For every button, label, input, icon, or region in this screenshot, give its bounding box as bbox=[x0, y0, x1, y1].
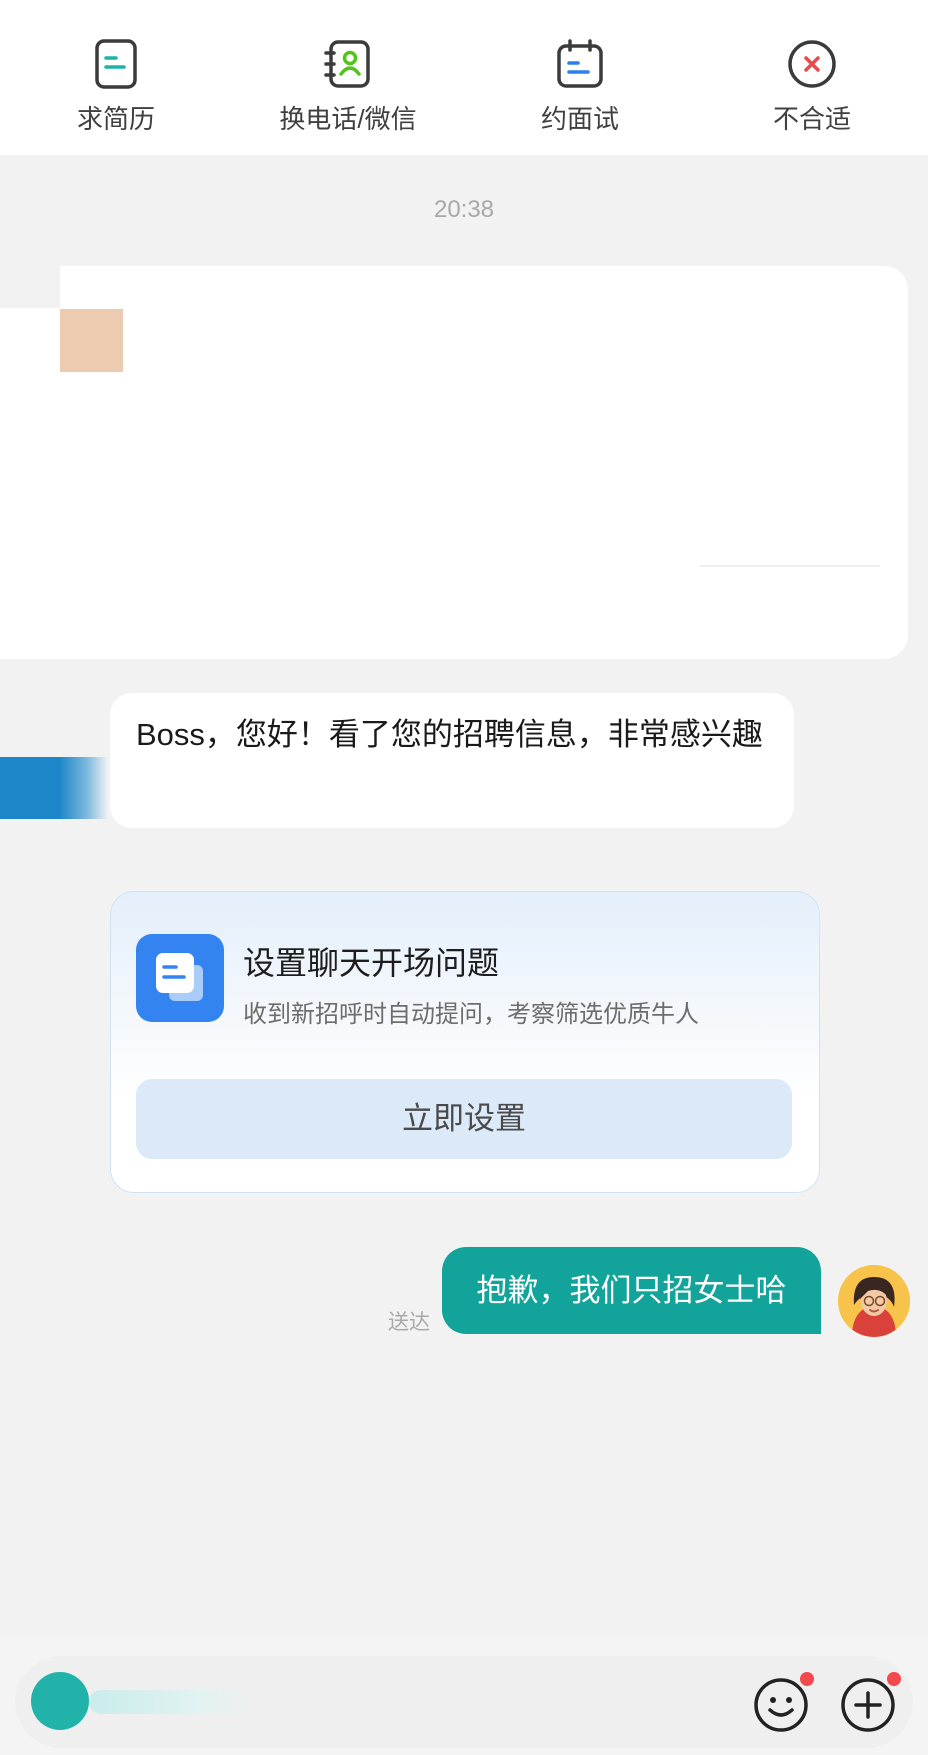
document-icon bbox=[136, 934, 224, 1022]
resume-icon bbox=[95, 39, 137, 89]
emoji-button[interactable] bbox=[752, 1672, 814, 1734]
request-resume-label: 求简历 bbox=[76, 104, 155, 134]
exchange-contact-label: 换电话/微信 bbox=[279, 104, 417, 134]
blurred-message-card bbox=[0, 266, 908, 659]
setup-card-subtitle: 收到新招呼时自动提问，考察筛选优质牛人 bbox=[243, 1001, 699, 1028]
emoji-icon bbox=[754, 1678, 808, 1732]
divider bbox=[700, 565, 880, 567]
plus-icon bbox=[841, 1678, 895, 1732]
more-actions-button[interactable] bbox=[839, 1672, 901, 1734]
contact-card-icon bbox=[324, 40, 370, 88]
input-bar bbox=[0, 1638, 928, 1755]
input-text-blurred bbox=[89, 1690, 249, 1714]
exchange-contact-button[interactable]: 换电话/微信 bbox=[232, 0, 464, 155]
received-message-text: Boss，您好！看了您的招聘信息，非常感兴趣 bbox=[136, 717, 763, 752]
sent-message-bubble[interactable]: 抱歉，我们只招女士哈 bbox=[442, 1247, 821, 1334]
delivery-status: 送达 bbox=[388, 1311, 430, 1334]
my-avatar[interactable] bbox=[838, 1265, 910, 1337]
setup-card-title: 设置聊天开场问题 bbox=[243, 945, 500, 981]
not-suitable-label: 不合适 bbox=[772, 104, 851, 134]
schedule-interview-label: 约面试 bbox=[540, 104, 619, 134]
action-toolbar: 求简历 换电话/微信 约面试 不合适 bbox=[0, 0, 928, 155]
calendar-icon bbox=[557, 39, 603, 88]
blurred-strip bbox=[0, 266, 60, 308]
blurred-avatar bbox=[60, 309, 123, 372]
received-message-bubble[interactable]: Boss，您好！看了您的招聘信息，非常感兴趣 bbox=[110, 693, 794, 828]
chat-opener-setup-card: 设置聊天开场问题 收到新招呼时自动提问，考察筛选优质牛人 立即设置 bbox=[110, 891, 820, 1193]
reject-icon bbox=[788, 40, 836, 88]
message-timestamp: 20:38 bbox=[433, 196, 495, 223]
notification-dot bbox=[887, 1672, 901, 1686]
voice-toggle-button[interactable] bbox=[31, 1672, 89, 1730]
request-resume-button[interactable]: 求简历 bbox=[0, 0, 232, 155]
setup-now-button[interactable]: 立即设置 bbox=[136, 1079, 792, 1159]
schedule-interview-button[interactable]: 约面试 bbox=[464, 0, 696, 155]
notification-dot bbox=[800, 1672, 814, 1686]
not-suitable-button[interactable]: 不合适 bbox=[696, 0, 928, 155]
sender-avatar[interactable] bbox=[0, 757, 108, 819]
